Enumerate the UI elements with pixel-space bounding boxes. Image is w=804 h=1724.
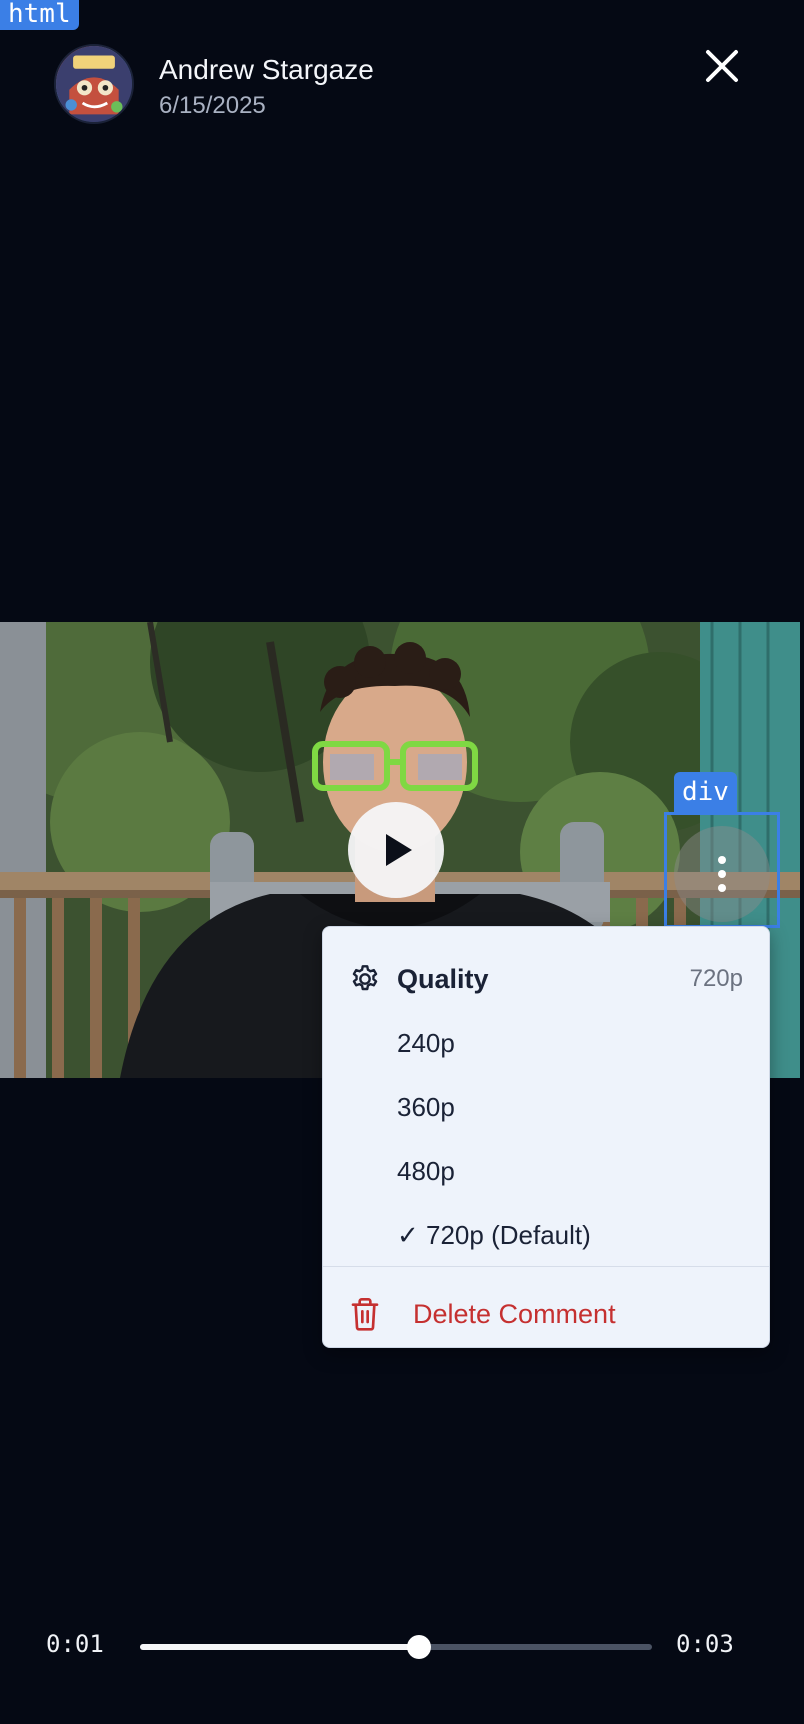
post-header: Andrew Stargaze 6/15/2025	[0, 44, 804, 128]
more-vertical-icon	[718, 856, 726, 892]
menu-item-quality[interactable]: Quality 720p	[323, 949, 769, 1009]
author-avatar[interactable]	[54, 44, 134, 124]
avatar-image	[56, 46, 132, 122]
delete-comment-label: Delete Comment	[413, 1298, 616, 1329]
playback-bar: 0:01 0:03	[0, 1622, 804, 1672]
post-date: 6/15/2025	[159, 92, 266, 119]
quality-option-360p[interactable]: 360p	[323, 1077, 769, 1137]
quality-option-720p[interactable]: ✓ 720p (Default)	[323, 1205, 769, 1265]
menu-divider	[323, 1266, 769, 1267]
seek-thumb[interactable]	[407, 1635, 432, 1659]
play-icon	[386, 834, 412, 866]
quality-option-480p[interactable]: 480p	[323, 1141, 769, 1201]
quality-option-240p[interactable]: 240p	[323, 1013, 769, 1073]
devtools-div-tag: div	[674, 772, 737, 812]
current-time: 0:01	[46, 1630, 104, 1658]
quality-label: Quality	[397, 963, 489, 994]
play-button[interactable]	[348, 802, 444, 898]
gear-icon	[352, 965, 378, 991]
total-time: 0:03	[676, 1630, 734, 1658]
quality-option-label: 360p	[397, 1091, 455, 1122]
seek-progress	[140, 1644, 420, 1650]
quality-option-label: 480p	[397, 1155, 455, 1186]
quality-current-value: 720p	[689, 965, 743, 992]
trash-icon	[351, 1298, 379, 1331]
quality-option-label: ✓ 720p (Default)	[397, 1219, 591, 1250]
close-icon	[706, 50, 738, 82]
more-options-button[interactable]	[674, 826, 770, 922]
seek-track[interactable]	[140, 1635, 652, 1659]
delete-comment-button[interactable]: Delete Comment	[323, 1284, 769, 1344]
quality-option-label: 240p	[397, 1027, 455, 1058]
author-name[interactable]: Andrew Stargaze	[159, 54, 374, 86]
options-menu: Quality 720p 240p 360p 480p ✓ 720p (Defa…	[322, 926, 770, 1348]
devtools-html-tag: html	[0, 0, 79, 30]
close-button[interactable]	[700, 44, 744, 88]
